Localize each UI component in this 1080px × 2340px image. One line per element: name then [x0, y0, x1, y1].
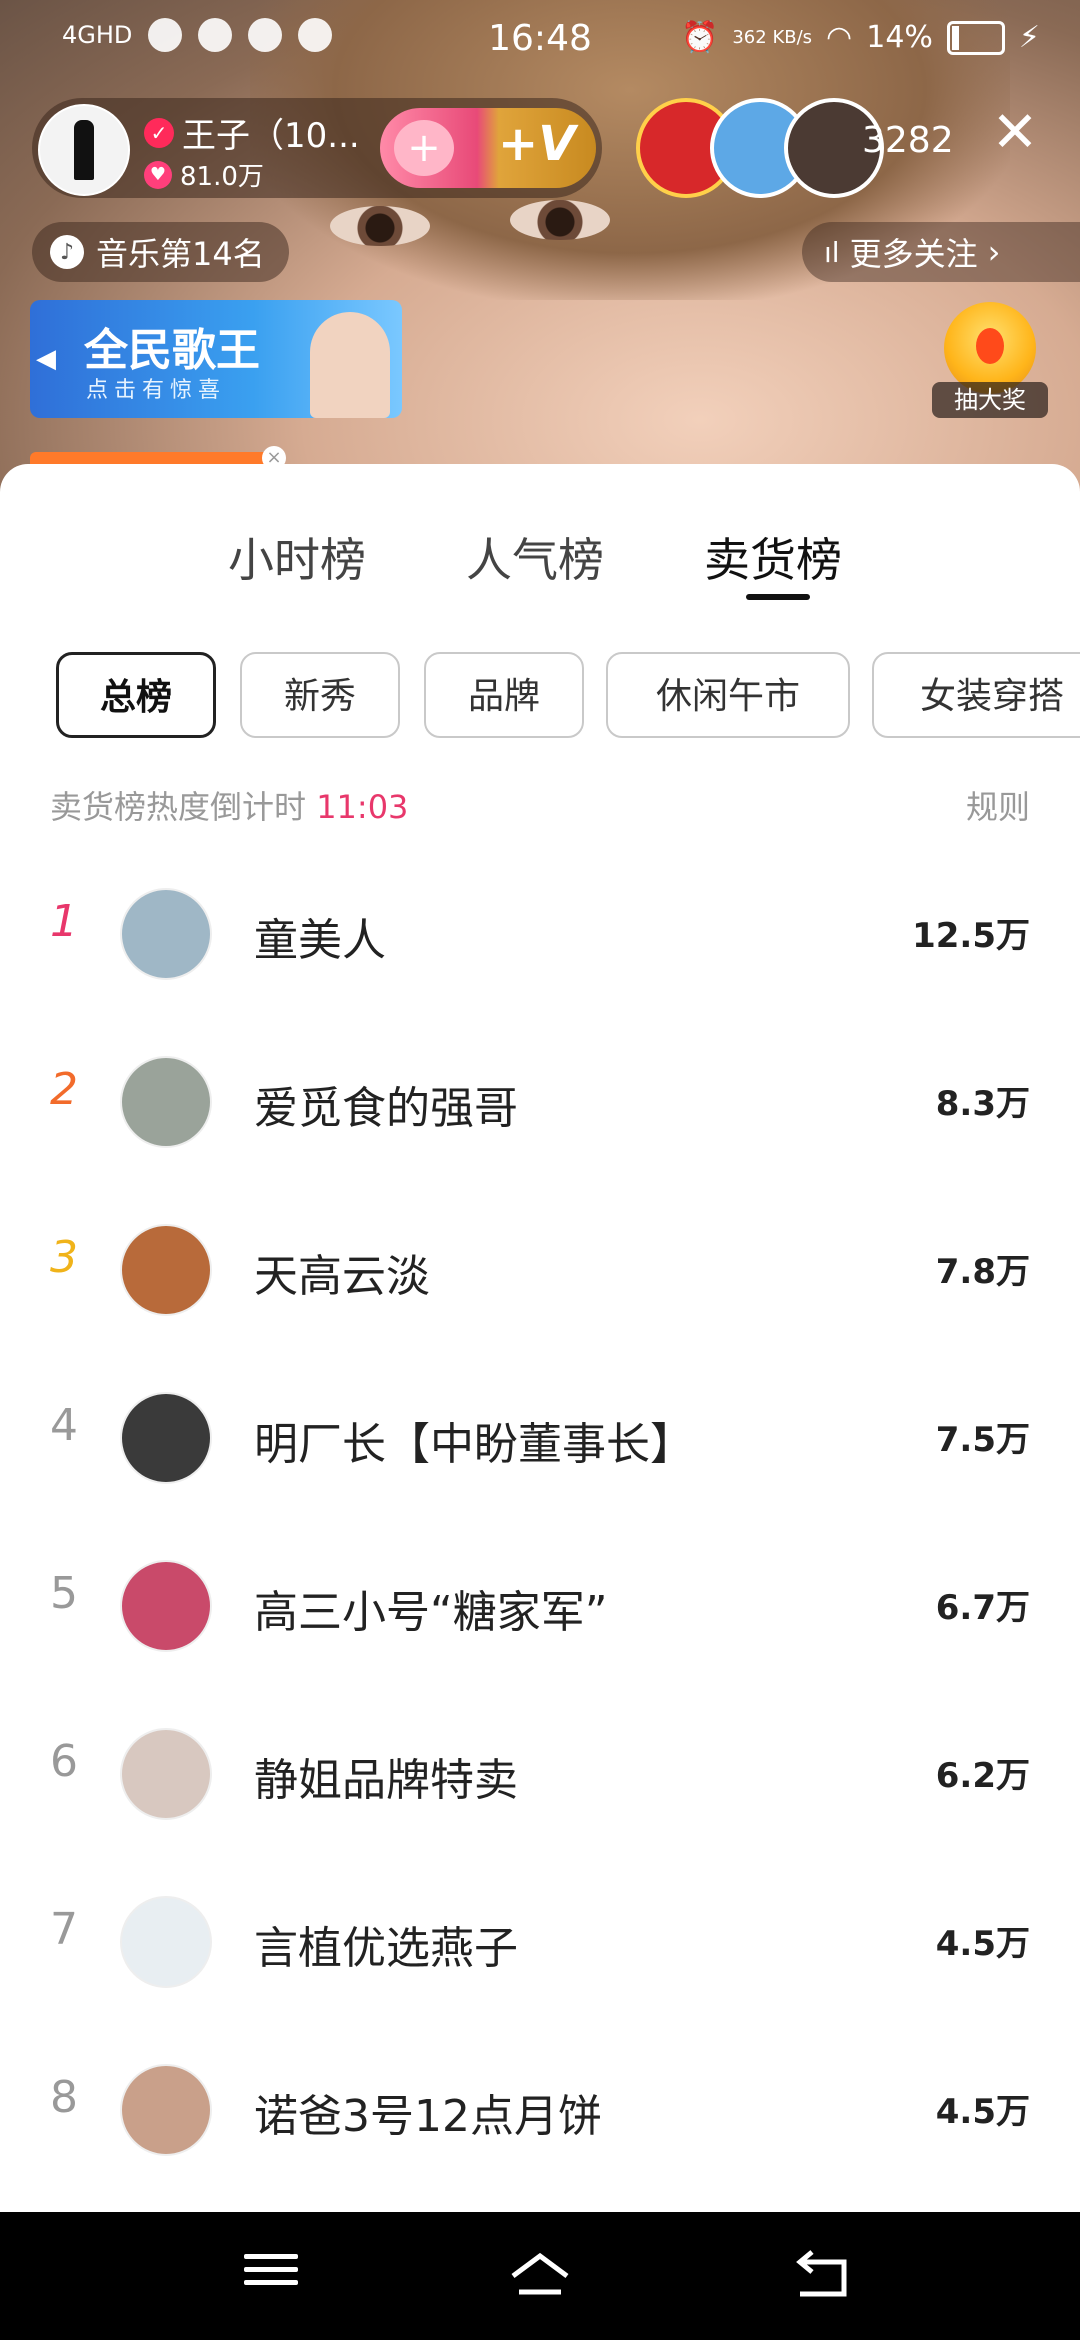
ranking-value: 8.3万: [935, 1084, 1030, 1124]
more-follow-label: 更多关注: [849, 235, 978, 273]
ranking-row[interactable]: 3 天高云淡 7.8万: [0, 1182, 1080, 1350]
ranking-name: 高三小号“糖家军”: [254, 1587, 608, 1638]
host-likes-row: ♥ 81.0万: [144, 156, 264, 193]
host-avatar[interactable]: [38, 104, 130, 196]
rank-number: 7: [50, 1904, 78, 1955]
ranking-row[interactable]: 5 高三小号“糖家军” 6.7万: [0, 1518, 1080, 1686]
tab-popularity[interactable]: 人气榜: [466, 524, 604, 590]
ranking-avatar[interactable]: [120, 1896, 212, 1988]
category-filters: 总榜 新秀 品牌 休闲午市 女装穿搭: [56, 652, 1080, 742]
ranking-row[interactable]: 1 童美人 12.5万: [0, 846, 1080, 1014]
ranking-name: 明厂长【中盼董事长】: [254, 1419, 694, 1470]
rank-number: 3: [50, 1232, 78, 1283]
wifi-icon: ◠: [826, 20, 853, 55]
ranking-name: 天高云淡: [254, 1251, 430, 1302]
filter-brand[interactable]: 品牌: [424, 652, 584, 738]
ranking-name: 童美人: [254, 915, 386, 966]
ranking-avatar[interactable]: [120, 1056, 212, 1148]
bar-chart-icon: ıl: [824, 235, 840, 269]
filter-women-fashion[interactable]: 女装穿搭: [872, 652, 1080, 738]
ranking-avatar[interactable]: [120, 2064, 212, 2156]
tab-hourly[interactable]: 小时榜: [228, 524, 366, 590]
rank-number: 6: [50, 1736, 78, 1787]
back-icon[interactable]: [790, 2246, 860, 2306]
banner-title: 全民歌王: [84, 325, 260, 376]
ranking-sheet: 小时榜 人气榜 卖货榜 总榜 新秀 品牌 休闲午市 女装穿搭 卖货榜热度倒计时 …: [0, 464, 1080, 2212]
ranking-value: 6.2万: [935, 1756, 1030, 1796]
ranking-name: 言植优选燕子: [254, 1923, 518, 1974]
rank-number: 8: [50, 2072, 78, 2123]
tab-active-indicator: [746, 594, 810, 600]
filter-leisure-lunch[interactable]: 休闲午市: [606, 652, 850, 738]
chevron-right-icon: ›: [987, 233, 1001, 271]
status-right: ⏰ 362 KB/s ◠ 14% ⚡: [681, 20, 1040, 55]
music-rank-label: 音乐第14名: [96, 235, 265, 273]
lottery-label: 抽大奖: [932, 382, 1048, 418]
menu-icon[interactable]: [236, 2246, 306, 2306]
ranking-avatar[interactable]: [120, 1728, 212, 1820]
plus-v-label: +V: [498, 116, 576, 172]
host-name-row: ✓ 王子（10...: [144, 108, 360, 157]
alarm-icon: ⏰: [681, 20, 719, 55]
close-icon[interactable]: ✕: [990, 105, 1040, 161]
music-rank-chip[interactable]: ♪ 音乐第14名: [32, 222, 289, 282]
ranking-avatar[interactable]: [120, 1224, 212, 1316]
home-icon[interactable]: [505, 2246, 575, 2306]
live-video-eye-right: [330, 206, 430, 246]
ranking-value: 4.5万: [935, 1924, 1030, 1964]
ranking-name: 静姐品牌特卖: [254, 1755, 518, 1806]
filter-newcomer[interactable]: 新秀: [240, 652, 400, 738]
ranking-avatar[interactable]: [120, 1560, 212, 1652]
banner-arrow-icon: ◀: [36, 344, 56, 374]
ranking-name: 爱觅食的强哥: [254, 1083, 518, 1134]
banner-portrait: [310, 312, 390, 418]
charging-icon: ⚡: [1018, 20, 1040, 55]
plus-heart-icon: +: [394, 120, 454, 176]
ranking-avatar[interactable]: [120, 888, 212, 980]
host-likes: 81.0万: [180, 162, 264, 192]
live-video-eye-left: [510, 200, 610, 240]
rank-number: 2: [50, 1064, 78, 1115]
ranking-value: 6.7万: [935, 1588, 1030, 1628]
banner-subtitle: 点击有惊喜: [86, 378, 227, 403]
music-icon: ♪: [50, 235, 84, 269]
rules-link[interactable]: 规则: [966, 782, 1030, 828]
ranking-row[interactable]: 7 言植优选燕子 4.5万: [0, 1854, 1080, 2022]
filter-all[interactable]: 总榜: [56, 652, 216, 738]
ranking-row[interactable]: 4 明厂长【中盼董事长】 7.5万: [0, 1350, 1080, 1518]
countdown-time: 11:03: [316, 788, 409, 826]
ranking-row[interactable]: 6 静姐品牌特卖 6.2万: [0, 1686, 1080, 1854]
status-bar: 4GHD 16:48 ⏰ 362 KB/s ◠ 14% ⚡: [0, 0, 1080, 80]
lottery-button[interactable]: 抽大奖: [932, 302, 1048, 418]
more-follow-chip[interactable]: ıl 更多关注 ›: [802, 222, 1080, 282]
viewer-avatars[interactable]: [636, 98, 884, 198]
viewer-count[interactable]: 3282: [862, 120, 954, 161]
ranking-tabs: 小时榜 人气榜 卖货榜: [0, 524, 1080, 604]
ranking-avatar[interactable]: [120, 1392, 212, 1484]
tab-sales[interactable]: 卖货榜: [704, 524, 842, 590]
follow-plus-v-button[interactable]: + +V: [380, 108, 596, 188]
system-nav-bar: [0, 2212, 1080, 2340]
ranking-row[interactable]: 8 诺爸3号12点月饼 4.5万: [0, 2022, 1080, 2190]
rank-number: 1: [50, 896, 78, 947]
ranking-value: 12.5万: [912, 916, 1030, 956]
rank-number: 5: [50, 1568, 78, 1619]
promo-banner[interactable]: ◀ 全民歌王 点击有惊喜: [30, 300, 402, 418]
verified-icon: ✓: [144, 117, 174, 148]
ranking-name: 诺爸3号12点月饼: [254, 2091, 602, 2142]
rank-number: 4: [50, 1400, 78, 1451]
ranking-value: 7.8万: [935, 1252, 1030, 1292]
ranking-row[interactable]: 2 爱觅食的强哥 8.3万: [0, 1014, 1080, 1182]
countdown-label: 卖货榜热度倒计时: [50, 788, 307, 826]
heat-countdown: 卖货榜热度倒计时 11:03: [50, 782, 408, 828]
host-name: 王子（10...: [182, 116, 360, 156]
heart-icon: ♥: [144, 160, 172, 189]
battery-text: 14%: [866, 20, 933, 55]
ranking-value: 4.5万: [935, 2092, 1030, 2132]
ranking-value: 7.5万: [935, 1420, 1030, 1460]
lottery-drop-icon: [976, 328, 1004, 364]
battery-icon: [946, 20, 1005, 55]
network-speed: 362 KB/s: [732, 26, 813, 48]
